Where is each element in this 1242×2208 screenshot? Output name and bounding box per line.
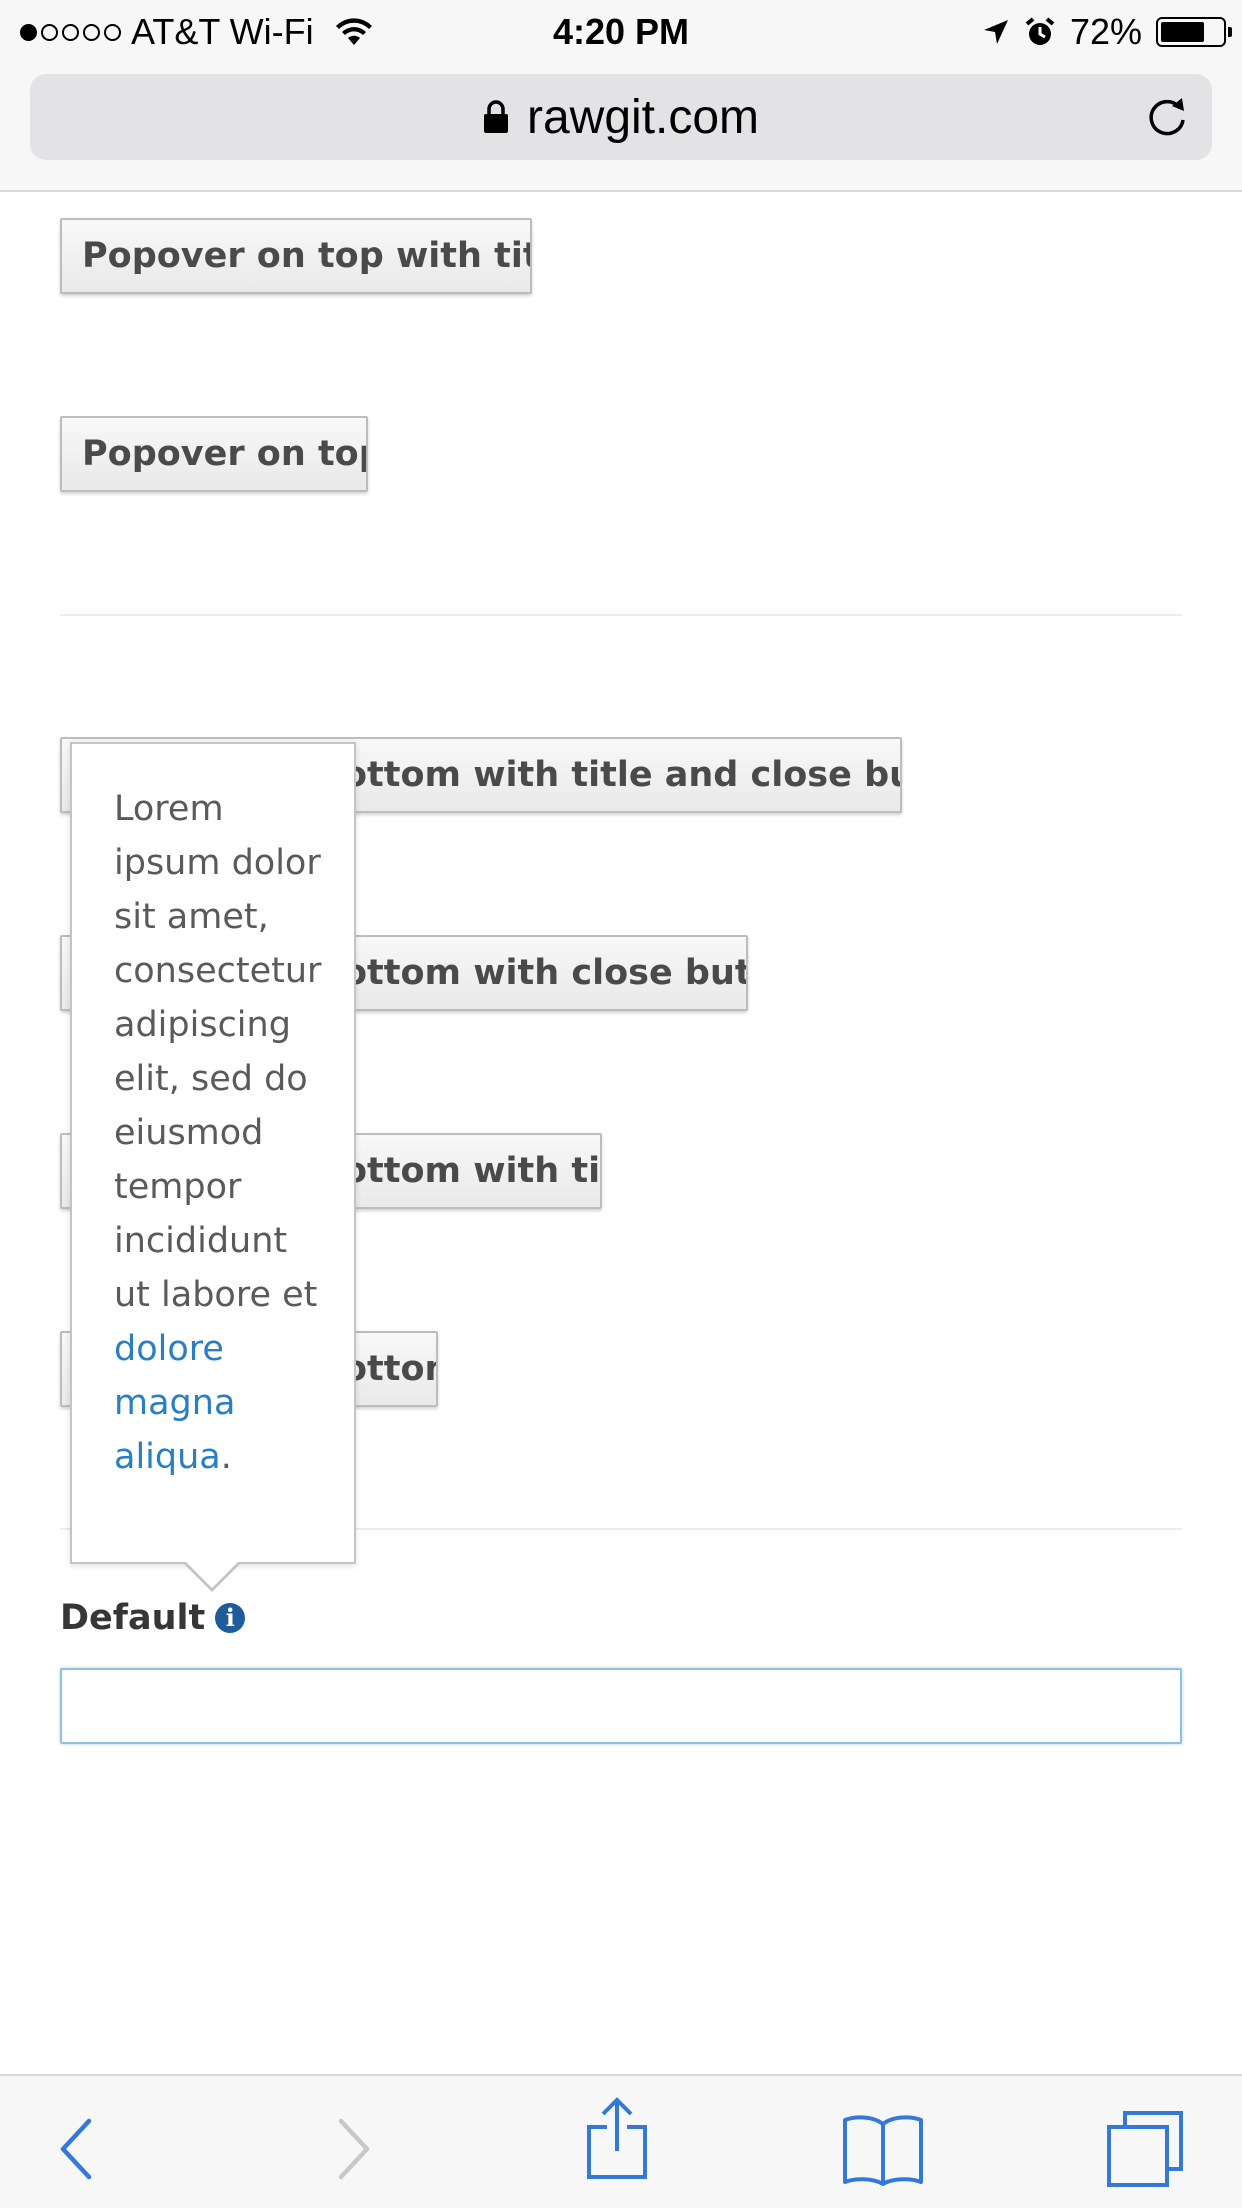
popover: Lorem ipsum dolor sit amet, consectetur … [70,742,356,1564]
status-left: AT&T Wi-Fi [20,10,374,54]
share-icon [587,2097,647,2179]
battery-percent: 72% [1069,11,1142,52]
share-button[interactable] [572,2094,662,2184]
location-arrow-icon [983,20,1008,44]
url-domain: rawgit.com [526,90,760,144]
popover-top-button[interactable]: Popover on top [60,416,368,492]
tabs-button[interactable] [1100,2104,1190,2194]
reload-icon[interactable] [1144,94,1190,140]
chevron-left-icon [60,2118,92,2180]
address-bar[interactable]: rawgit.com [30,74,1212,160]
lock-icon [483,100,508,133]
carrier-label: AT&T Wi-Fi [131,11,314,52]
popover-top-title-button[interactable]: Popover on top with title [60,218,532,294]
browser-address-area: rawgit.com [0,62,1242,192]
signal-strength-icon [20,23,121,41]
status-right: 72% [982,10,1232,54]
popover-text-end: . [220,1437,232,1477]
browser-toolbar [0,2074,1242,2208]
alarm-clock-icon [1025,17,1055,45]
book-icon [843,2115,923,2186]
info-icon[interactable]: i [215,1603,246,1633]
chevron-right-icon [338,2118,370,2180]
status-bar: AT&T Wi-Fi 4:20 PM 72% [0,0,1242,62]
popover-arrow-fill [184,1560,240,1588]
popover-link[interactable]: dolore magna aliqua [114,1329,235,1477]
bookmarks-button[interactable] [838,2104,928,2194]
battery-icon [1156,17,1232,47]
divider [60,614,1182,616]
popover-body-text: Lorem ipsum dolor sit amet, consectetur … [114,789,322,1315]
default-input[interactable] [60,1668,1182,1744]
forward-button[interactable] [308,2104,398,2194]
wifi-icon [335,18,372,45]
tabs-icon [1107,2111,1183,2187]
field-label: Default i [60,1598,246,1638]
field-label-text: Default [60,1598,206,1638]
back-button[interactable] [32,2104,122,2194]
